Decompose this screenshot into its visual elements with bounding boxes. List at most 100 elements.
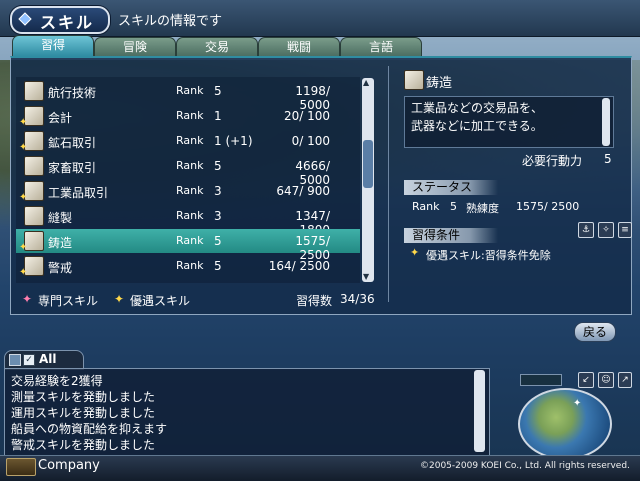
skill-rank: 5 xyxy=(214,84,222,98)
skill-exp: 0/ 100 xyxy=(291,134,330,148)
preferred-star-icon: ✦ xyxy=(19,192,28,203)
rank-label: Rank xyxy=(176,84,204,97)
skill-row[interactable]: ✦ 工業品取引 Rank 3 647/ 900 xyxy=(16,179,360,203)
status-proficiency-label: 熟練度 xyxy=(466,202,499,215)
livestock-trade-skill-icon xyxy=(24,156,44,176)
scroll-down-icon[interactable]: ▼ xyxy=(363,272,369,281)
skill-rank: 3 xyxy=(214,184,222,198)
window-subtitle: スキルの情報です xyxy=(118,14,223,29)
skill-name: 工業品取引 xyxy=(48,186,109,200)
tab-trade[interactable]: 交易 xyxy=(176,37,258,56)
skill-list-scroll-thumb[interactable] xyxy=(363,140,373,188)
status-proficiency-value: 1575/ 2500 xyxy=(516,200,580,213)
skill-row[interactable]: ✦ 会計 Rank 1 20/ 100 xyxy=(16,104,360,128)
skill-name: 家畜取引 xyxy=(48,161,97,175)
tool-icon[interactable]: ≡ xyxy=(618,222,632,238)
skill-exp: 164/ 2500 xyxy=(268,259,330,273)
skill-name: 警戒 xyxy=(48,261,73,275)
chat-menu-icon[interactable] xyxy=(9,354,21,366)
rank-label: Rank xyxy=(176,184,204,197)
tab-language[interactable]: 言語 xyxy=(340,37,422,56)
skill-row[interactable]: ✦ 鉱石取引 Rank 1 (+1) 0/ 100 xyxy=(16,129,360,153)
chat-line: 運用スキルを発動しました xyxy=(11,406,156,420)
skill-exp: 20/ 100 xyxy=(283,109,330,123)
detail-skill-name: 鋳造 xyxy=(426,76,453,91)
preferred-star-icon: ✦ xyxy=(19,242,28,253)
skill-rank: 1 xyxy=(214,109,222,123)
skill-rank: 3 xyxy=(214,209,222,223)
company-label[interactable]: Company xyxy=(38,458,100,473)
description-line: 武器などに加工できる。 xyxy=(411,119,543,133)
casting-skill-icon xyxy=(404,70,424,90)
chat-scrollbar[interactable] xyxy=(474,370,485,452)
status-rank-value: 5 xyxy=(450,200,457,213)
specialty-star-icon: ✦ xyxy=(22,292,33,306)
description-line: 工業品などの交易品を、 xyxy=(411,101,544,115)
sewing-skill-icon xyxy=(24,206,44,226)
character-icon[interactable]: ☺ xyxy=(598,372,614,388)
scroll-up-icon[interactable]: ▲ xyxy=(363,78,369,87)
preferred-star-icon: ✦ xyxy=(19,117,28,128)
company-emblem-icon[interactable] xyxy=(6,458,36,476)
skill-icon xyxy=(18,12,32,26)
skill-row[interactable]: 家畜取引 Rank 5 4666/ 5000 xyxy=(16,154,360,187)
panel-divider xyxy=(388,66,389,302)
action-power-value: 5 xyxy=(604,152,612,166)
skill-row[interactable]: ✦ 警戒 Rank 5 164/ 2500 xyxy=(16,254,360,278)
skill-name: 縫製 xyxy=(48,211,73,225)
ship-position-icon: ✦ xyxy=(573,398,582,409)
chat-line: 船員への物資配給を抑えます xyxy=(11,422,168,436)
tab-learned[interactable]: 習得 xyxy=(12,35,94,56)
chat-line: 測量スキルを発動しました xyxy=(11,390,156,404)
skill-exp: 647/ 900 xyxy=(276,184,330,198)
window-title: スキル xyxy=(40,13,95,32)
conditions-header: 習得条件 xyxy=(404,228,498,243)
back-button[interactable]: 戻る xyxy=(574,322,616,342)
skill-rank: 5 xyxy=(214,234,222,248)
window-title-badge: スキル xyxy=(10,6,110,34)
skill-row[interactable]: 航行技術 Rank 5 1198/ 5000 xyxy=(16,79,360,112)
action-power-label: 必要行動力 xyxy=(522,154,583,168)
tab-battle[interactable]: 戦闘 xyxy=(258,37,340,56)
skill-name: 会計 xyxy=(48,111,73,125)
skill-name: 鉱石取引 xyxy=(48,136,97,150)
anchor-icon[interactable]: ⚓ xyxy=(578,222,594,238)
rank-label: Rank xyxy=(176,134,204,147)
skill-description: 工業品などの交易品を、 武器などに加工できる。 xyxy=(404,96,614,148)
status-header: ステータス xyxy=(404,180,498,195)
skill-rank: 1 (+1) xyxy=(214,134,253,148)
learned-count-label: 習得数 xyxy=(296,294,333,308)
status-gauge xyxy=(520,374,562,386)
chat-log: 交易経験を2獲得 測量スキルを発動しました 運用スキルを発動しました 船員への物… xyxy=(4,368,490,456)
skill-row[interactable]: 縫製 Rank 3 1347/ 1800 xyxy=(16,204,360,237)
specialty-legend-label: 専門スキル xyxy=(38,294,99,308)
preferred-star-icon: ✦ xyxy=(19,267,28,278)
chat-line: 交易経験を2獲得 xyxy=(11,374,103,388)
minimap[interactable] xyxy=(518,388,612,460)
skill-list: 航行技術 Rank 5 1198/ 5000 ✦ 会計 Rank 1 20/ 1… xyxy=(16,77,360,283)
zoom-out-icon[interactable]: ↙ xyxy=(578,372,594,388)
preferred-star-icon: ✦ xyxy=(114,292,125,306)
rank-label: Rank xyxy=(176,234,204,247)
rank-label: Rank xyxy=(176,259,204,272)
rank-label: Rank xyxy=(176,109,204,122)
compass-icon[interactable]: ✧ xyxy=(598,222,614,238)
condition-text: 優遇スキル:習得条件免除 xyxy=(426,249,551,262)
preferred-legend-label: 優遇スキル xyxy=(130,294,191,308)
skill-row-selected[interactable]: ✦ 鋳造 Rank 5 1575/ 2500 xyxy=(16,229,360,262)
checkbox-icon[interactable]: ✓ xyxy=(23,354,35,366)
chat-channel-label: All xyxy=(39,352,57,366)
skill-name: 鋳造 xyxy=(48,236,73,250)
chat-line: 警戒スキルを発動しました xyxy=(11,438,156,452)
skill-rank: 5 xyxy=(214,159,222,173)
chat-tab[interactable]: ✓ All xyxy=(4,350,84,370)
navigation-skill-icon xyxy=(24,81,44,101)
preferred-star-icon: ✦ xyxy=(19,142,28,153)
copyright-text: ©2005-2009 KOEI Co., Ltd. All rights res… xyxy=(420,461,630,471)
zoom-in-icon[interactable]: ↗ xyxy=(618,372,632,388)
skill-rank: 5 xyxy=(214,259,222,273)
learned-count-value: 34/36 xyxy=(340,292,375,306)
description-scrollbar[interactable] xyxy=(602,98,610,146)
rank-label: Rank xyxy=(176,159,204,172)
tab-adventure[interactable]: 冒険 xyxy=(94,37,176,56)
